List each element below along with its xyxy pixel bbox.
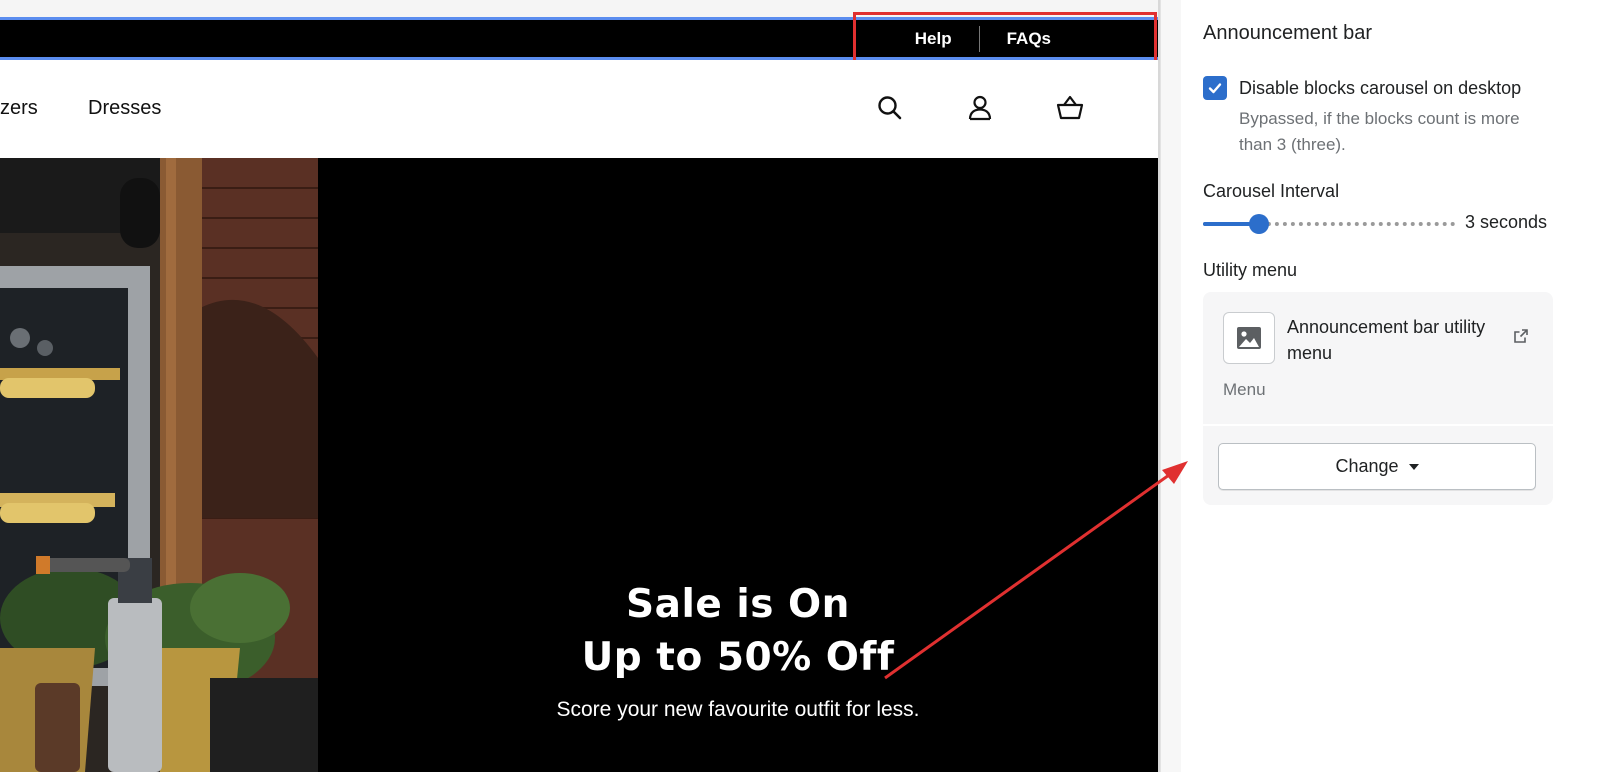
account-icon[interactable]: [965, 93, 995, 123]
menu-card-info: Announcement bar utility menu Menu: [1203, 292, 1553, 426]
panel-gutter: [1161, 0, 1181, 772]
disable-carousel-checkbox[interactable]: [1203, 76, 1227, 100]
hero-title-line-1: Sale is On: [626, 582, 850, 627]
utility-menu-label: Utility menu: [1203, 260, 1298, 280]
disable-carousel-help: Bypassed, if the blocks count is more th…: [1239, 109, 1520, 154]
carousel-interval-value: 3 seconds: [1465, 212, 1548, 232]
carousel-interval-label: Carousel Interval: [1203, 181, 1340, 201]
change-menu-button[interactable]: Change: [1218, 443, 1536, 490]
app-window: Help FAQs zers Dresses Sale is On Up to …: [0, 0, 1600, 772]
checkmark-icon: [1208, 83, 1222, 94]
carousel-interval-slider[interactable]: [1203, 212, 1455, 236]
panel-title: Announcement bar: [1203, 22, 1373, 44]
external-link-icon[interactable]: [1513, 328, 1529, 344]
image-placeholder-icon: [1223, 312, 1275, 364]
settings-panel: Announcement bar Disable blocks carousel…: [1160, 0, 1600, 772]
menu-name: Announcement bar utility menu: [1287, 317, 1486, 363]
caret-down-icon: [1408, 463, 1419, 470]
cart-icon[interactable]: [1055, 93, 1085, 123]
disable-carousel-option[interactable]: Disable blocks carousel on desktop: [1203, 76, 1521, 100]
hero-banner: Sale is On Up to 50% Off Score your new …: [0, 158, 1158, 772]
hero-title-line-2: Up to 50% Off: [581, 635, 895, 680]
menu-type: Menu: [1223, 380, 1266, 399]
storefront-preview: Help FAQs zers Dresses Sale is On Up to …: [0, 0, 1160, 772]
slider-thumb[interactable]: [1249, 214, 1269, 234]
hero-photo: [0, 158, 318, 772]
disable-carousel-label[interactable]: Disable blocks carousel on desktop: [1239, 76, 1521, 100]
hero-subtitle: Score your new favourite outfit for less…: [556, 698, 920, 721]
store-header: zers Dresses: [0, 60, 1158, 158]
change-button-label: Change: [1335, 456, 1399, 476]
nav-item-dresses[interactable]: Dresses: [88, 97, 161, 120]
utility-menu-card: Announcement bar utility menu Menu Chang…: [1203, 292, 1553, 505]
hero-text: Sale is On Up to 50% Off Score your new …: [318, 578, 1158, 722]
nav-item-blazers[interactable]: zers: [0, 97, 38, 120]
search-icon[interactable]: [875, 93, 905, 123]
